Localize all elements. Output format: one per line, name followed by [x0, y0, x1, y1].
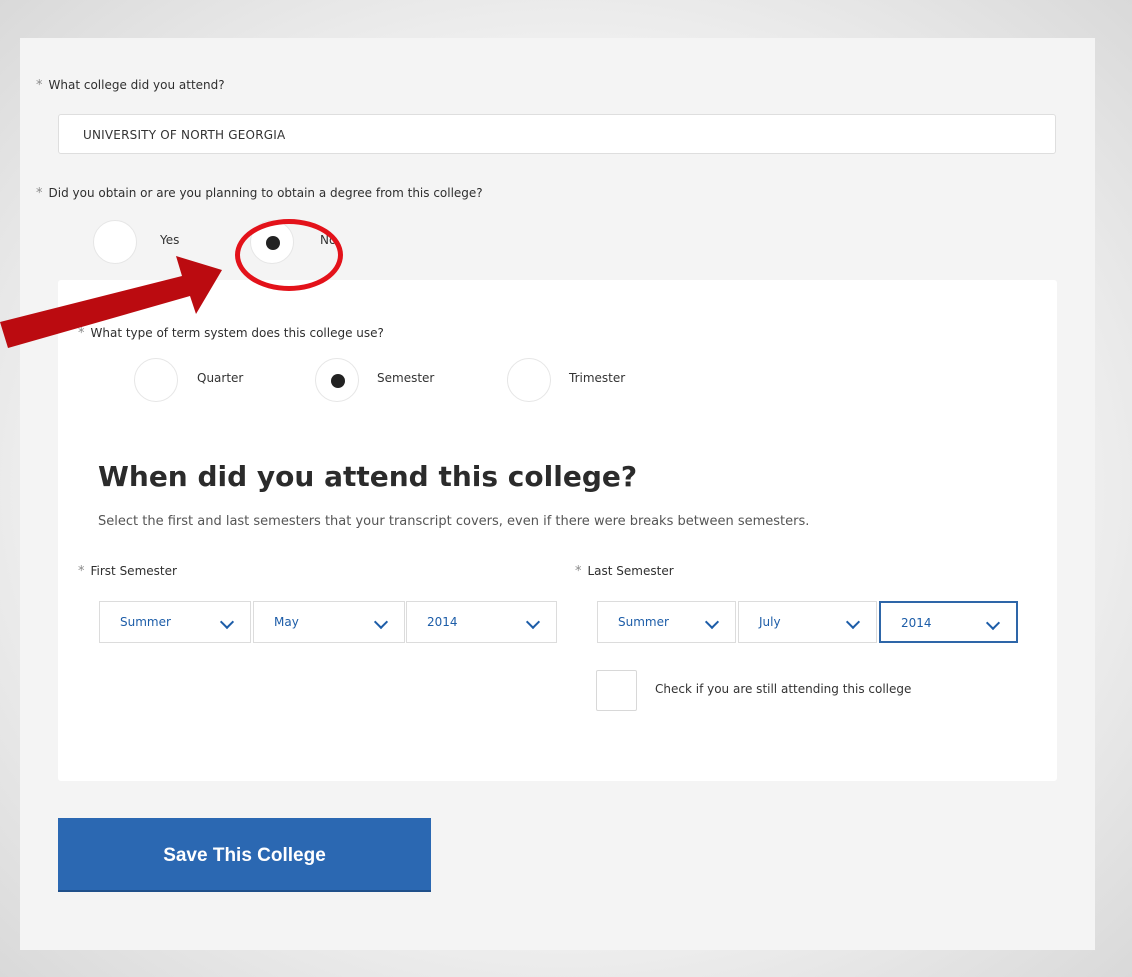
term-quarter-radio[interactable] — [134, 358, 178, 402]
first-month-select[interactable]: May — [253, 601, 405, 643]
chevron-down-icon — [525, 614, 541, 630]
term-semester-radio[interactable] — [315, 358, 359, 402]
first-semester-label: * First Semester — [78, 564, 177, 579]
college-name-input[interactable]: UNIVERSITY OF NORTH GEORGIA — [58, 114, 1056, 154]
last-year-select[interactable]: 2014 — [879, 601, 1018, 643]
still-attending-checkbox[interactable] — [596, 670, 637, 711]
last-month-select[interactable]: July — [738, 601, 877, 643]
term-quarter-label: Quarter — [197, 371, 244, 385]
first-year-select[interactable]: 2014 — [406, 601, 557, 643]
radio-selected-dot — [331, 374, 345, 388]
chevron-down-icon — [219, 614, 235, 630]
term-semester-label: Semester — [377, 371, 435, 385]
degree-question-label: * Did you obtain or are you planning to o… — [36, 186, 483, 201]
term-trimester-label: Trimester — [569, 371, 626, 385]
chevron-down-icon — [845, 614, 861, 630]
still-attending-label: Check if you are still attending this co… — [655, 682, 912, 696]
term-trimester-radio[interactable] — [507, 358, 551, 402]
annotation-arrow-icon — [0, 256, 222, 348]
chevron-down-icon — [985, 615, 1001, 631]
first-term-select[interactable]: Summer — [99, 601, 251, 643]
attendance-helper-text: Select the first and last semesters that… — [98, 514, 810, 529]
annotation-highlight-circle — [235, 219, 343, 291]
annotation-arrow-shape — [0, 256, 222, 348]
college-question-label: * What college did you attend? — [36, 78, 225, 93]
last-term-select[interactable]: Summer — [597, 601, 736, 643]
chevron-down-icon — [704, 614, 720, 630]
attendance-heading: When did you attend this college? — [98, 460, 638, 493]
chevron-down-icon — [373, 614, 389, 630]
save-college-button[interactable]: Save This College — [58, 818, 431, 892]
last-semester-label: * Last Semester — [575, 564, 674, 579]
